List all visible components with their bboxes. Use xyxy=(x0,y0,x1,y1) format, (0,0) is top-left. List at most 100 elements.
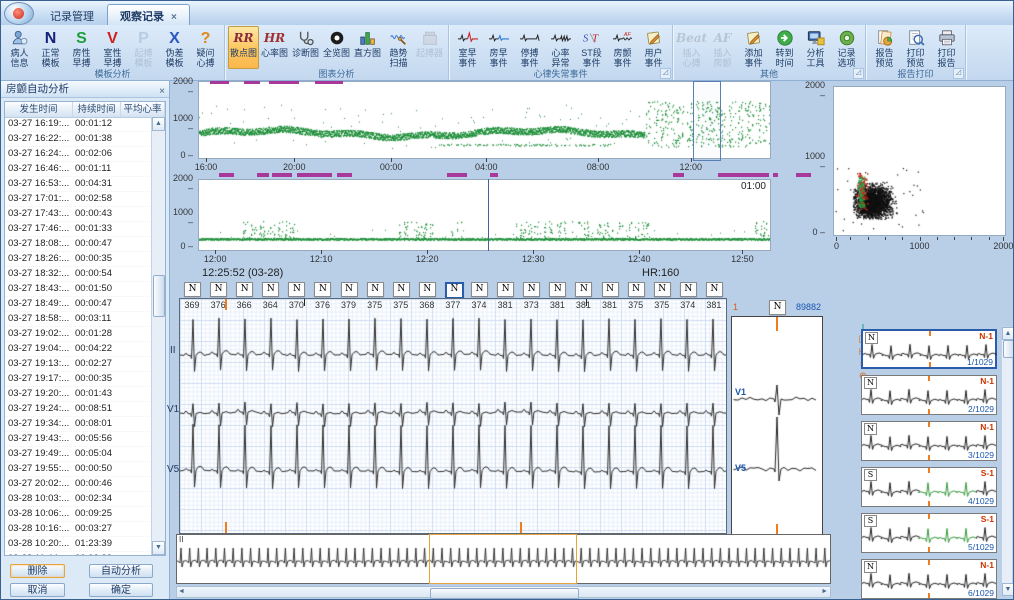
af-episode-row[interactable]: 03-28 10:03:...00:02:34 xyxy=(5,492,152,507)
af-episode-row[interactable]: 03-27 18:08:...00:00:47 xyxy=(5,237,152,252)
af-episode-row[interactable]: 03-27 19:02:...00:01:28 xyxy=(5,327,152,342)
beat-label-box[interactable]: N xyxy=(445,282,464,299)
af-episode-row[interactable]: 03-27 17:43:...00:00:43 xyxy=(5,207,152,222)
app-menu-orb[interactable] xyxy=(4,2,34,25)
apc-event-button[interactable]: 房早 事件 xyxy=(483,26,514,69)
hr-abnormal-event-button[interactable]: 心率 异常 xyxy=(545,26,576,69)
af-episode-marker[interactable] xyxy=(490,173,498,177)
pause-event-button[interactable]: 停搏 事件 xyxy=(514,26,545,69)
af-episode-row[interactable]: 03-27 19:17:...00:00:35 xyxy=(5,372,152,387)
af-episode-row[interactable]: 03-27 19:34:...00:08:01 xyxy=(5,417,152,432)
beat-label-box[interactable]: N xyxy=(523,282,540,297)
af-episode-row[interactable]: 03-27 16:22:...00:01:38 xyxy=(5,132,152,147)
horizontal-scrollbar[interactable]: ◄ ► xyxy=(176,586,831,598)
tab-active[interactable]: 观察记录× xyxy=(107,4,190,25)
af-episode-row[interactable]: 03-27 19:43:...00:05:56 xyxy=(5,432,152,447)
beat-label-box[interactable]: N xyxy=(341,282,358,297)
af-episode-row[interactable]: 03-27 17:01:...00:02:58 xyxy=(5,192,152,207)
goto-time-button[interactable]: 转到 时间 xyxy=(769,26,800,69)
rr-trend-chart-24h[interactable] xyxy=(198,81,771,159)
strip-selection-box[interactable] xyxy=(429,534,577,584)
beat-label-box[interactable]: N xyxy=(575,282,592,297)
atrial-premature-template-button[interactable]: S房性 早搏 xyxy=(66,26,97,69)
beat-label-box[interactable]: N xyxy=(288,282,305,297)
scrollbar-thumb[interactable] xyxy=(1003,340,1014,358)
beat-label-box[interactable]: N xyxy=(210,282,227,297)
af-episode-marker[interactable] xyxy=(337,173,352,177)
analysis-tools-button[interactable]: 分析 工具 xyxy=(800,26,831,69)
af-episode-row[interactable]: 03-27 17:46:...00:01:33 xyxy=(5,222,152,237)
pacemaker-button[interactable]: 起搏器 xyxy=(414,26,445,69)
beat-detail-panel[interactable]: V1 V5 xyxy=(731,316,823,539)
histogram-chart-button[interactable]: 直方图 xyxy=(352,26,383,69)
af-episode-row[interactable]: 03-27 20:02:...00:00:46 xyxy=(5,477,152,492)
af-episode-marker[interactable] xyxy=(773,173,778,177)
patient-info-button[interactable]: 病人 信息 xyxy=(4,26,35,69)
af-episode-row[interactable]: 03-27 19:49:...00:05:04 xyxy=(5,447,152,462)
beat-label-box[interactable]: N xyxy=(184,282,201,297)
af-episode-row[interactable]: 03-27 16:24:...00:02:06 xyxy=(5,147,152,162)
beat-detail-canvas[interactable] xyxy=(732,317,822,538)
beat-label-box[interactable]: N xyxy=(314,282,331,297)
af-episode-marker[interactable] xyxy=(673,173,684,177)
scrollbar-thumb[interactable] xyxy=(153,275,165,317)
beat-label-box[interactable]: N xyxy=(602,282,619,297)
af-episode-row[interactable]: 03-27 16:53:...00:04:31 xyxy=(5,177,152,192)
af-episode-marker[interactable] xyxy=(718,173,769,177)
paced-template-button[interactable]: P起搏 模板 xyxy=(128,26,159,69)
scroll-down-icon[interactable]: ▼ xyxy=(1002,583,1014,596)
af-episode-marker[interactable] xyxy=(796,173,811,177)
beat-label-box[interactable]: N xyxy=(706,282,723,297)
af-episode-row[interactable]: 03-27 16:19:...00:01:12 xyxy=(5,117,152,132)
af-episode-row[interactable]: 03-28 11:44:...00:02:23 xyxy=(5,552,152,556)
af-event-button[interactable]: AF房颤 事件 xyxy=(607,26,638,69)
template-thumbnail[interactable]: NN-13/1029 xyxy=(861,421,997,461)
beat-label-box[interactable]: N xyxy=(471,282,488,297)
normal-template-button[interactable]: N正常 模板 xyxy=(35,26,66,69)
rr-trend-canvas[interactable] xyxy=(199,82,770,158)
insert-af-button[interactable]: AF插入 房颤 xyxy=(707,26,738,69)
af-episode-row[interactable]: 03-27 16:46:...00:01:11 xyxy=(5,162,152,177)
beat-label-box[interactable]: N xyxy=(236,282,253,297)
scroll-down-icon[interactable]: ▼ xyxy=(152,541,165,555)
template-thumbnail[interactable]: NN-11/1029 xyxy=(861,329,997,369)
af-episode-row[interactable]: 03-27 19:13:...00:02:27 xyxy=(5,357,152,372)
auto-analyze-button[interactable]: 自动分析 xyxy=(89,564,153,578)
af-episode-row[interactable]: 03-28 10:06:...00:09:25 xyxy=(5,507,152,522)
ventricular-premature-template-button[interactable]: V室性 早搏 xyxy=(97,26,128,69)
cancel-button[interactable]: 取消 xyxy=(10,583,65,597)
af-episode-row[interactable]: 03-27 19:20:...00:01:43 xyxy=(5,387,152,402)
rr-trend-chart-1h[interactable]: 01:00 xyxy=(198,179,771,251)
ok-button[interactable]: 确定 xyxy=(89,583,153,597)
column-header[interactable]: 平均心率 xyxy=(121,102,165,117)
panel-close-icon[interactable]: × xyxy=(159,83,165,100)
beat-label-box[interactable]: N xyxy=(549,282,566,297)
trend-scan-button[interactable]: 趋势 扫描 xyxy=(383,26,414,69)
af-episode-marker[interactable] xyxy=(297,173,332,177)
tab-inactive[interactable]: 记录管理 xyxy=(37,4,107,25)
record-options-button[interactable]: 记录 选项 xyxy=(831,26,862,69)
beat-label-box[interactable]: N xyxy=(654,282,671,297)
user-event-button[interactable]: 用户 事件 xyxy=(638,26,669,69)
af-episode-row[interactable]: 03-27 19:24:...00:08:51 xyxy=(5,402,152,417)
overview-chart-button[interactable]: 全览图 xyxy=(321,26,352,69)
beat-label-box[interactable]: N xyxy=(262,282,279,297)
scrollbar-thumb[interactable] xyxy=(430,588,579,599)
column-header[interactable]: 持续时间 xyxy=(73,102,121,117)
af-episode-row[interactable]: 03-28 10:20:...01:23:39 xyxy=(5,537,152,552)
template-thumbnail[interactable]: SS-14/1029 xyxy=(861,467,997,507)
af-episode-row[interactable]: 03-28 10:16:...00:03:27 xyxy=(5,522,152,537)
scroll-right-icon[interactable]: ► xyxy=(821,588,828,595)
beat-label-box[interactable]: N xyxy=(497,282,514,297)
scroll-left-icon[interactable]: ◄ xyxy=(178,588,185,595)
template-thumbnail[interactable]: SS-15/1029 xyxy=(861,513,997,553)
af-episode-row[interactable]: 03-27 19:55:...00:00:50 xyxy=(5,462,152,477)
af-episode-marker[interactable] xyxy=(272,173,292,177)
af-episode-marker[interactable] xyxy=(257,173,269,177)
af-episode-marker[interactable] xyxy=(219,173,234,177)
rr-trend-zoom-canvas[interactable] xyxy=(199,180,770,250)
delete-button[interactable]: 删除 xyxy=(10,564,65,578)
af-episode-row[interactable]: 03-27 18:58:...00:03:11 xyxy=(5,312,152,327)
beat-label-box[interactable]: N xyxy=(393,282,410,297)
hr-chart-button[interactable]: HR心率图 xyxy=(259,26,290,69)
